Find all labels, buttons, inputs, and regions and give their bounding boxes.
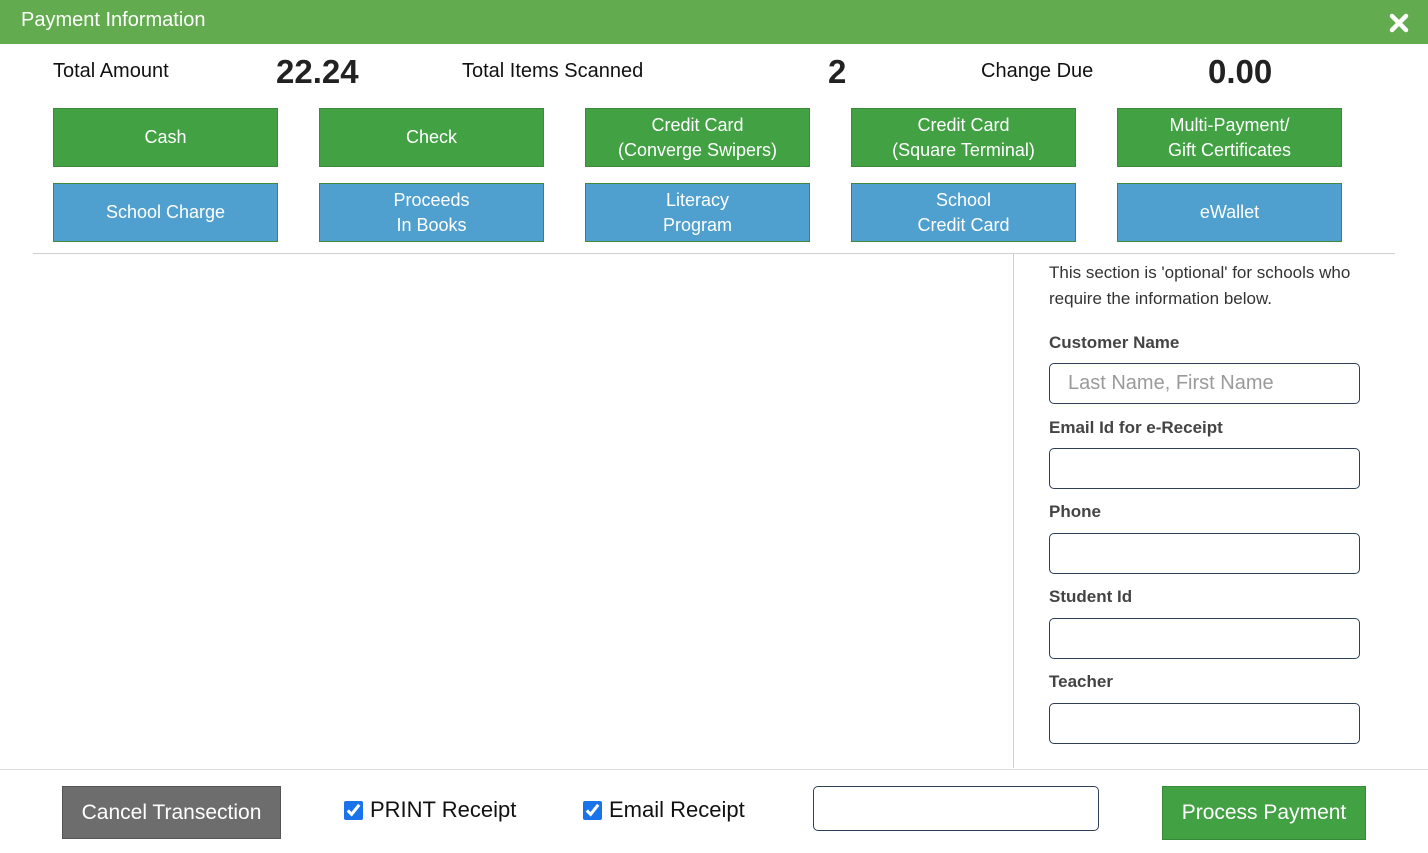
total-items-label: Total Items Scanned	[462, 60, 644, 82]
teacher-label: Teacher	[1049, 672, 1113, 691]
cancel-transaction-button[interactable]: Cancel Transection	[62, 786, 281, 839]
process-payment-button[interactable]: Process Payment	[1162, 786, 1366, 840]
email-receipt-checkbox[interactable]	[583, 800, 602, 820]
print-receipt-label: PRINT Receipt	[370, 797, 517, 822]
dialog-titlebar: Payment Information	[0, 0, 1428, 44]
credit-card-square-button[interactable]: Credit Card (Square Terminal)	[851, 108, 1076, 167]
literacy-program-button[interactable]: Literacy Program	[585, 183, 810, 242]
student-id-label: Student Id	[1049, 587, 1133, 606]
email-receipt-option[interactable]: Email Receipt	[583, 797, 745, 823]
school-credit-card-button[interactable]: School Credit Card	[851, 183, 1076, 242]
payment-detail-panel	[33, 254, 1013, 768]
cash-button[interactable]: Cash	[53, 108, 278, 167]
dialog-title: Payment Information	[21, 9, 206, 31]
payment-dialog: Payment Information Total Amount 22.24 T…	[0, 0, 1428, 853]
total-amount-label: Total Amount	[53, 60, 169, 82]
print-receipt-checkbox[interactable]	[344, 800, 363, 820]
email-input[interactable]	[1049, 448, 1360, 489]
phone-input[interactable]	[1049, 533, 1360, 574]
email-receipt-label: Email Receipt	[609, 797, 745, 822]
proceeds-in-books-button[interactable]: Proceeds In Books	[319, 183, 544, 242]
close-icon[interactable]	[1388, 12, 1410, 34]
print-receipt-option[interactable]: PRINT Receipt	[344, 797, 516, 823]
school-charge-button[interactable]: School Charge	[53, 183, 278, 242]
total-amount-value: 22.24	[276, 53, 359, 90]
student-id-input[interactable]	[1049, 618, 1360, 659]
total-items-value: 2	[828, 53, 847, 90]
change-due-label: Change Due	[981, 60, 1094, 82]
multi-payment-button[interactable]: Multi-Payment/ Gift Certificates	[1117, 108, 1342, 167]
change-due-value: 0.00	[1208, 53, 1273, 90]
customer-name-label: Customer Name	[1049, 333, 1180, 352]
optional-note: This section is 'optional' for schools w…	[1049, 263, 1351, 308]
customer-name-input[interactable]	[1049, 363, 1360, 404]
email-label: Email Id for e-Receipt	[1049, 418, 1223, 437]
credit-card-converge-button[interactable]: Credit Card (Converge Swipers)	[585, 108, 810, 167]
phone-label: Phone	[1049, 502, 1101, 521]
panel-divider	[1013, 254, 1014, 768]
footer-divider	[0, 769, 1428, 770]
check-button[interactable]: Check	[319, 108, 544, 167]
receipt-email-input[interactable]	[813, 786, 1099, 831]
teacher-input[interactable]	[1049, 703, 1360, 744]
ewallet-button[interactable]: eWallet	[1117, 183, 1342, 242]
